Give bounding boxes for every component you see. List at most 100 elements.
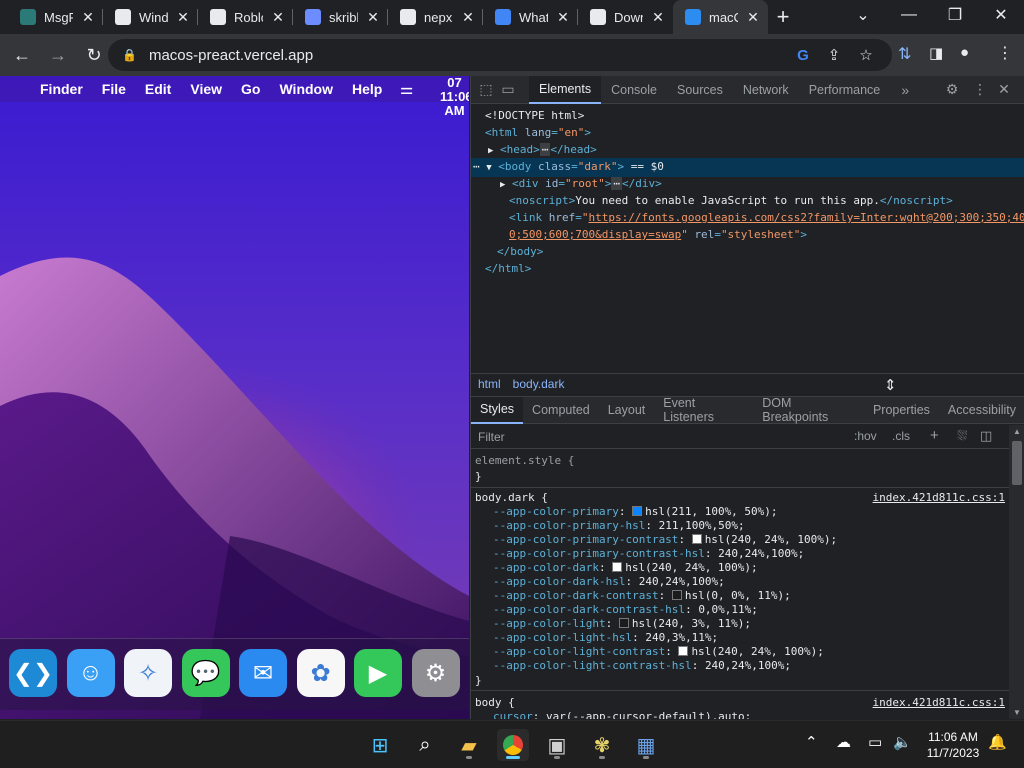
scroll-up-icon[interactable]: ▲ — [1013, 427, 1021, 436]
extension-icon[interactable]: ⇅ — [898, 44, 911, 64]
devtools-tab-sources[interactable]: Sources — [667, 76, 733, 104]
color-swatch[interactable] — [612, 562, 623, 572]
color-swatch[interactable] — [678, 646, 689, 656]
css-property[interactable]: --app-color-light-contrast-hsl: 240,24%,… — [493, 659, 791, 673]
show-hidden-icons-chevron-icon[interactable]: ⌃ — [805, 733, 818, 751]
new-tab-button[interactable]: + — [768, 0, 798, 34]
search-icon[interactable]: ⌕ — [409, 729, 441, 761]
devtools-tab-performance[interactable]: Performance — [799, 76, 891, 104]
styles-tab-layout[interactable]: Layout — [599, 397, 655, 424]
css-property[interactable]: --app-color-dark-hsl: 240,24%,100%; — [493, 575, 725, 589]
sidebar-toggle-icon[interactable]: ◫ — [980, 428, 992, 444]
css-property[interactable]: --app-color-light-hsl: 240,3%,11%; — [493, 631, 718, 645]
node-actions-icon[interactable]: ⋯ — [473, 160, 480, 173]
calculator-app-icon[interactable]: ▦ — [630, 729, 662, 761]
control-center-icon[interactable]: ⚌ — [400, 80, 413, 98]
browser-tab[interactable]: What ✕ — [483, 0, 578, 34]
reload-icon[interactable]: ↻ — [80, 41, 108, 69]
close-tab-icon[interactable]: ✕ — [176, 9, 190, 26]
styles-tab-event-listeners[interactable]: Event Listeners — [654, 396, 753, 424]
css-property[interactable]: --app-color-primary-contrast-hsl: 240,24… — [493, 547, 804, 561]
close-tab-icon[interactable]: ✕ — [271, 9, 285, 26]
volume-icon[interactable]: 🔈 — [893, 733, 912, 751]
link-url-cont[interactable]: 0;500;600;700&display=swap — [509, 228, 681, 241]
devtools-tab-network[interactable]: Network — [733, 76, 799, 104]
mail-dock-icon[interactable]: ✉ — [239, 649, 287, 697]
browser-tab[interactable]: Down ✕ — [578, 0, 673, 34]
breadcrumb-body[interactable]: body.dark — [513, 377, 565, 391]
minimize-button[interactable]: — — [886, 0, 932, 30]
css-property[interactable]: --app-color-dark: hsl(240, 24%, 100%); — [493, 561, 758, 575]
menu-item-go[interactable]: Go — [241, 81, 260, 97]
settings-dock-icon[interactable]: ⚙ — [411, 649, 460, 697]
new-rule-icon[interactable]: + — [930, 427, 939, 444]
share-icon[interactable]: ⇪ — [824, 45, 844, 65]
bookmark-star-icon[interactable]: ☆ — [856, 45, 876, 65]
css-property[interactable]: cursor: var(--app-cursor-default),auto; — [493, 710, 751, 719]
expand-arrow-icon[interactable]: ▶ — [488, 146, 493, 156]
menu-kebab-icon[interactable]: ⋮ — [997, 43, 1013, 63]
styles-tab-properties[interactable]: Properties — [864, 397, 939, 424]
color-swatch[interactable] — [618, 618, 629, 628]
dom-link-node[interactable]: <link href="https://fonts.googleapis.com… — [509, 209, 1024, 226]
network-icon[interactable]: ▭ — [868, 733, 882, 751]
dom-doctype[interactable]: <!DOCTYPE html> — [485, 107, 584, 124]
menu-item-window[interactable]: Window — [279, 81, 333, 97]
close-tab-icon[interactable]: ✕ — [81, 9, 95, 26]
element-style-selector[interactable]: element.style { — [475, 454, 574, 468]
css-property[interactable]: --app-color-dark-contrast-hsl: 0,0%,11%; — [493, 603, 758, 617]
menu-item-view[interactable]: View — [190, 81, 222, 97]
menu-item-help[interactable]: Help — [352, 81, 382, 97]
dom-noscript-node[interactable]: <noscript>You need to enable JavaScript … — [509, 192, 953, 209]
devtools-tab-elements[interactable]: Elements — [529, 75, 602, 104]
menu-item-edit[interactable]: Edit — [145, 81, 171, 97]
browser-tab[interactable]: Wind ✕ — [103, 0, 198, 34]
messages-dock-icon[interactable]: 💬 — [181, 649, 230, 697]
color-swatch[interactable] — [671, 590, 682, 600]
facetime-dock-icon[interactable]: ▶ — [354, 649, 402, 697]
expand-arrow-icon[interactable]: ▶ — [500, 180, 505, 190]
start-icon[interactable]: ⊞ — [364, 729, 396, 761]
collapsed-ellipsis[interactable]: ⋯ — [539, 143, 551, 156]
vscode-dock-icon[interactable]: ❮❯ — [9, 649, 57, 697]
css-property[interactable]: --app-color-light-contrast: hsl(240, 24%… — [493, 645, 824, 659]
inspect-element-icon[interactable]: ⬚ — [475, 76, 497, 104]
taskbar-clock[interactable]: 11:06 AM 11/7/2023 — [918, 729, 988, 761]
dom-html-close[interactable]: </html> — [485, 260, 531, 277]
side-panel-icon[interactable]: ◨ — [929, 44, 943, 62]
paint-icon[interactable]: ⛆ — [957, 428, 967, 444]
address-bar[interactable]: 🔒 macos-preact.vercel.app G ⇪ ☆ — [108, 39, 892, 71]
app-window-icon[interactable]: ▣ — [541, 729, 573, 761]
source-link[interactable]: index.421d811c.css:1 — [873, 491, 1005, 505]
maximize-button[interactable]: ❐ — [932, 0, 978, 30]
menu-item-file[interactable]: File — [102, 81, 126, 97]
safari-dock-icon[interactable]: ✧ — [124, 649, 172, 697]
dom-body-close[interactable]: </body> — [497, 243, 543, 260]
profile-icon[interactable]: ● — [960, 44, 969, 61]
link-url[interactable]: https://fonts.googleapis.com/css2?family… — [589, 211, 1024, 224]
scroll-down-icon[interactable]: ▼ — [1013, 708, 1021, 717]
browser-tab[interactable]: MsgR ✕ — [8, 0, 103, 34]
close-tab-icon[interactable]: ✕ — [556, 9, 570, 26]
customize-kebab-icon[interactable]: ⋮ — [969, 76, 991, 104]
devtools-tab-console[interactable]: Console — [601, 76, 667, 104]
styles-tab-dom-breakpoints[interactable]: DOM Breakpoints — [753, 396, 864, 424]
styles-tab-accessibility[interactable]: Accessibility — [939, 397, 1024, 424]
styles-tab-computed[interactable]: Computed — [523, 397, 599, 424]
css-property[interactable]: --app-color-dark-contrast: hsl(0, 0%, 11… — [493, 589, 791, 603]
scroll-thumb[interactable] — [1012, 441, 1022, 485]
tab-search-icon[interactable]: ⌄ — [840, 0, 886, 30]
google-lens-icon[interactable]: G — [793, 45, 813, 65]
close-tab-icon[interactable]: ✕ — [651, 9, 665, 26]
css-property[interactable]: --app-color-primary: hsl(211, 100%, 50%)… — [493, 505, 778, 519]
file-explorer-icon[interactable]: ▰ — [453, 729, 485, 761]
css-property[interactable]: --app-color-primary-contrast: hsl(240, 2… — [493, 533, 837, 547]
css-property[interactable]: --app-color-light: hsl(240, 3%, 11%); — [493, 617, 751, 631]
photos-dock-icon[interactable]: ✿ — [296, 649, 345, 697]
breadcrumb-html[interactable]: html — [478, 377, 501, 391]
close-devtools-icon[interactable]: ✕ — [993, 76, 1015, 104]
hov-toggle[interactable]: :hov — [854, 429, 877, 443]
bee-app-icon[interactable]: ✾ — [586, 729, 618, 761]
finder-dock-icon[interactable]: ☺ — [66, 649, 115, 697]
menu-item-finder[interactable]: Finder — [40, 81, 83, 97]
